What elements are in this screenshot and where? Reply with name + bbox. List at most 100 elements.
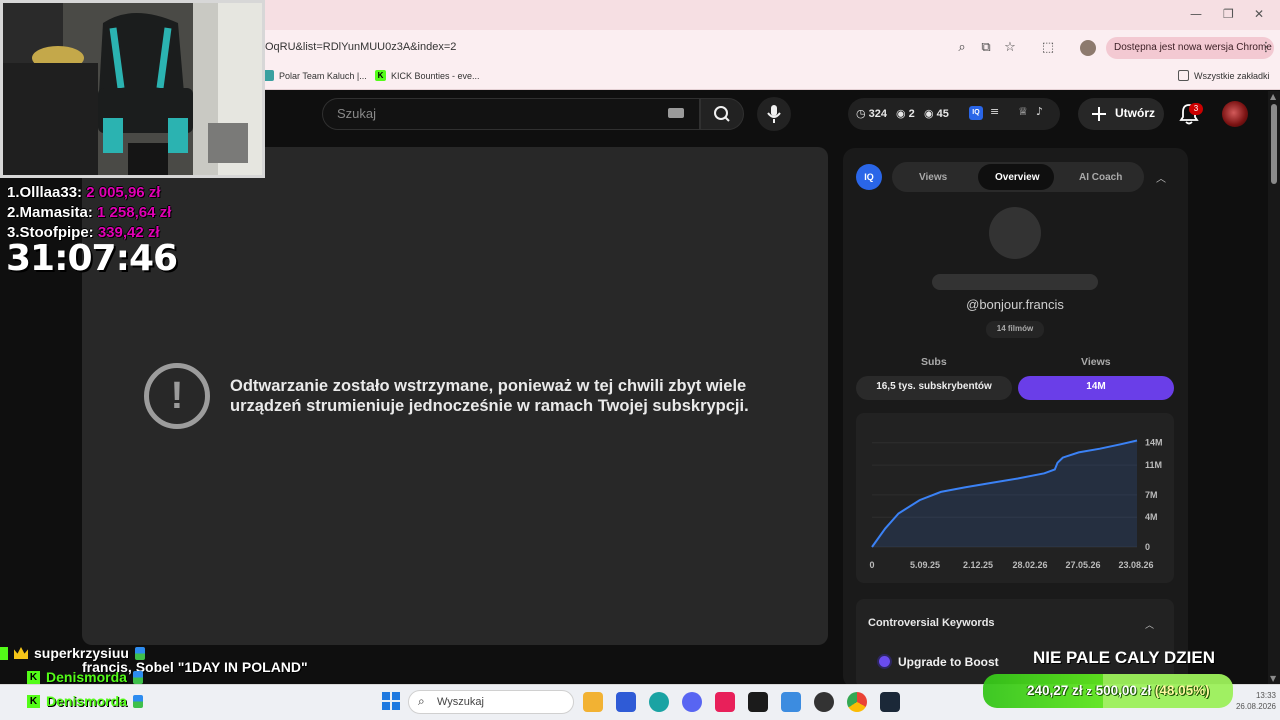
account-avatar[interactable] (1222, 101, 1248, 127)
webcam-overlay (0, 0, 265, 178)
tab-ai-coach[interactable]: AI Coach (1079, 172, 1122, 183)
bookmark-star-icon[interactable]: ☆ (1002, 40, 1018, 56)
discord-icon[interactable] (682, 692, 702, 712)
edge-icon[interactable] (649, 692, 669, 712)
profile-avatar[interactable] (1080, 40, 1096, 56)
vidiq-icon[interactable]: IQ (969, 106, 983, 120)
y-tick-label: 7M (1145, 490, 1158, 500)
x-tick-label: 5.09.25 (910, 560, 940, 570)
leaderboard-entry: 1.Olllaa33: 2 005,96 zł (7, 184, 160, 201)
search-icon: ⌕ (418, 694, 425, 708)
all-bookmarks-label: Wszystkie zakładki (1194, 70, 1270, 81)
goal-target: 500,00 zł (1095, 683, 1152, 698)
views-label: Views (1081, 356, 1111, 368)
boost-icon (879, 656, 890, 667)
subathon-timer: 31:07:46 (6, 238, 178, 279)
channel-avatar (989, 207, 1041, 259)
emote-icon (132, 694, 143, 708)
voice-search-button[interactable] (757, 97, 791, 131)
maximize-icon[interactable]: ❐ (1223, 7, 1234, 21)
notification-badge: 3 (1189, 103, 1203, 115)
zoom-icon[interactable]: ⌕ (954, 40, 970, 56)
search-input[interactable] (322, 98, 700, 130)
keywords-title: Controversial Keywords (868, 617, 995, 629)
trophy-icon[interactable]: ♕ (1018, 105, 1028, 118)
bookmark-label: KICK Bounties - eve... (391, 70, 480, 81)
obs-icon[interactable] (814, 692, 834, 712)
y-tick-label: 11M (1145, 460, 1162, 470)
scroll-down-icon[interactable]: ▼ (1270, 674, 1276, 683)
chat-username: Denismorda (46, 669, 127, 685)
chevron-up-icon[interactable]: ︿ (1145, 618, 1154, 631)
microphone-icon (767, 105, 781, 123)
chat-line: K Denismorda (27, 669, 143, 685)
y-tick-label: 0 (1145, 542, 1150, 552)
chrome-menu-icon[interactable]: ⋮ (1258, 40, 1274, 56)
leaderboard-name: Mamasita: (19, 204, 93, 221)
kick-logo-icon: K (375, 70, 386, 81)
channel-handle[interactable]: @bonjour.francis (915, 297, 1115, 312)
kick-badge-icon (0, 646, 8, 660)
tiktok-icon[interactable] (715, 692, 735, 712)
create-label: Utwórz (1115, 106, 1155, 120)
steam-icon[interactable] (880, 692, 900, 712)
folder-icon (1178, 70, 1189, 81)
bell-small-icon[interactable]: ♪ (1036, 105, 1043, 118)
all-bookmarks-button[interactable]: Wszystkie zakładki (1178, 70, 1270, 81)
clock-icon: ◷ (856, 107, 866, 120)
photos-icon[interactable] (781, 692, 801, 712)
plus-icon (1092, 107, 1106, 121)
likes-value: 324 (868, 107, 887, 120)
windows-start-icon[interactable] (382, 692, 400, 710)
kick-badge-icon: K (27, 670, 40, 684)
file-explorer-icon[interactable] (583, 692, 603, 712)
search-icon (714, 106, 730, 122)
search-placeholder: Szukaj (337, 106, 377, 121)
chart-area (872, 440, 1137, 547)
scrollbar-thumb[interactable] (1271, 104, 1277, 184)
bookmark-item[interactable]: Polar Team Kaluch |... (263, 70, 367, 81)
taskbar-search-label: Wyszukaj (437, 696, 484, 708)
emote-icon (134, 646, 145, 660)
extensions-icon[interactable]: ⬚ (1040, 40, 1056, 56)
leaderboard-rank: 1. (7, 184, 20, 201)
likes-stat: ◷ 324 (856, 107, 887, 120)
watching-value: 2 (908, 107, 915, 120)
x-tick-label: 28.02.26 (1012, 560, 1047, 570)
chat-line: K Denismorda (27, 693, 143, 709)
list-icon[interactable]: ≡ (990, 105, 999, 118)
views-value: 14M (1086, 381, 1106, 392)
x-tick-label: 23.08.26 (1118, 560, 1153, 570)
clock-date: 26.08.2026 (1235, 702, 1276, 711)
tab-views[interactable]: Views (919, 172, 947, 183)
views-chart: 0 4M 7M 11M 14M 0 5.09.25 2.12.25 28.02.26 27.05… (869, 438, 1162, 570)
install-app-icon[interactable]: ⧉ (978, 40, 994, 56)
watching-stat: ◉ 2 (896, 107, 915, 120)
eye-icon: ◉ (896, 107, 906, 120)
vidiq-logo-icon: IQ (856, 164, 882, 190)
leaderboard-rank: 2. (7, 204, 20, 221)
keyboard-icon[interactable] (668, 108, 684, 118)
goal-current: 240,27 zł (1027, 683, 1083, 698)
channel-name-placeholder (932, 274, 1098, 290)
app-icon[interactable] (748, 692, 768, 712)
playback-error-line2: urządzeń strumieniuje jednocześnie w ram… (230, 397, 749, 415)
taskbar-search[interactable] (408, 690, 574, 714)
chrome-icon[interactable] (847, 692, 867, 712)
views-stat: ◉ 45 (924, 107, 949, 120)
scroll-up-icon[interactable]: ▲ (1270, 92, 1276, 101)
close-icon[interactable]: ✕ (1254, 7, 1264, 21)
address-bar-url[interactable]: OqRU&list=RDlYunMUU0z3A&index=2 (265, 41, 456, 53)
subs-label: Subs (921, 356, 947, 368)
minimize-icon[interactable]: — (1190, 7, 1202, 21)
leaderboard-entry: 2.Mamasita: 1 258,64 zł (7, 204, 171, 221)
search-button[interactable] (700, 98, 744, 130)
chevron-up-icon[interactable]: ︿ (1156, 170, 1166, 185)
store-icon[interactable] (616, 692, 636, 712)
bookmark-item[interactable]: K KICK Bounties - eve... (375, 70, 480, 81)
clock-time: 13:33 (1255, 691, 1276, 700)
stream-banner: NIE PALE CALY DZIEN (1033, 648, 1215, 667)
crown-icon (14, 647, 28, 659)
tab-overview[interactable]: Overview (995, 172, 1039, 183)
upgrade-boost-link[interactable]: Upgrade to Boost (898, 655, 999, 669)
